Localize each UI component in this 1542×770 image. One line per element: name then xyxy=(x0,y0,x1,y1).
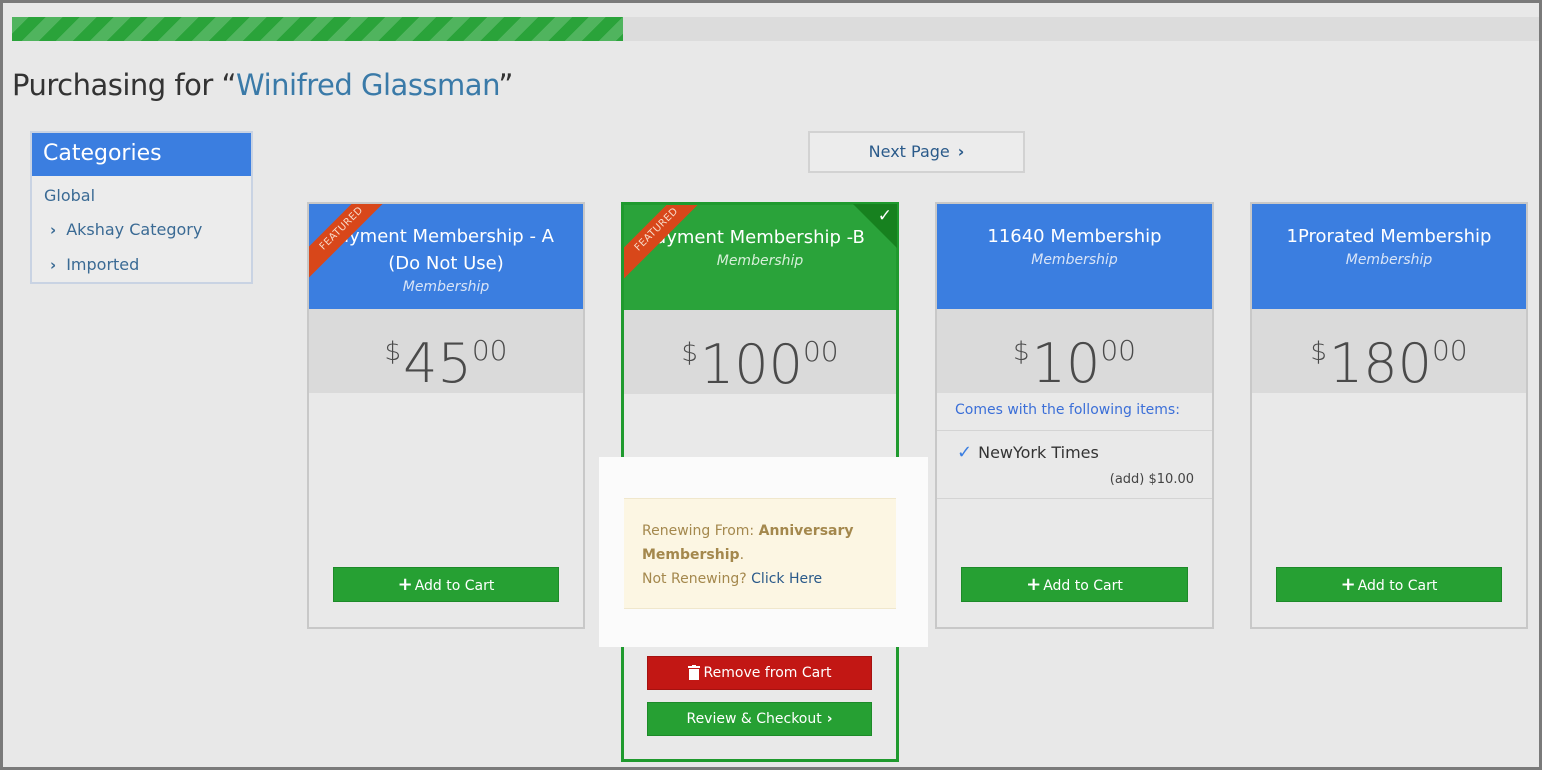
included-item-price: (add) $10.00 xyxy=(1109,472,1194,487)
category-imported[interactable]: › Imported xyxy=(50,255,139,274)
click-here-link[interactable]: Click Here xyxy=(751,571,822,587)
price-band: $4500 xyxy=(309,309,583,393)
category-label: Akshay Category xyxy=(66,220,203,239)
renew-suffix: . xyxy=(739,547,745,563)
included-items-caption: Comes with the following items: xyxy=(955,402,1180,418)
featured-label: FEATURED xyxy=(309,204,389,283)
button-label: Review & Checkout xyxy=(686,711,822,727)
divider xyxy=(937,498,1212,499)
customer-name[interactable]: Winifred Glassman xyxy=(236,68,499,102)
card-title: 1Prorated Membership xyxy=(1252,204,1526,250)
button-label: Add to Cart xyxy=(414,578,495,594)
price-cents: 00 xyxy=(1100,334,1136,367)
card-price: $4500 xyxy=(385,323,508,392)
featured-ribbon: FEATURED xyxy=(309,204,389,284)
product-card: 11640 Membership Membership $1000 Comes … xyxy=(935,202,1214,629)
price-band: $10000 xyxy=(624,310,896,394)
chevron-right-icon: › xyxy=(826,711,833,727)
card-title-line: 11640 Membership xyxy=(987,226,1162,247)
featured-label: FEATURED xyxy=(624,205,704,284)
price-currency: $ xyxy=(1013,337,1030,367)
price-currency: $ xyxy=(384,337,402,367)
checkmark-icon: ✓ xyxy=(957,442,973,463)
card-price: $10000 xyxy=(681,324,838,393)
price-cents: 00 xyxy=(471,334,508,367)
button-label: Add to Cart xyxy=(1357,578,1438,594)
price-band: $18000 xyxy=(1252,309,1526,393)
plus-icon: + xyxy=(397,574,413,595)
category-global[interactable]: Global xyxy=(44,186,95,205)
next-page-label: Next Page xyxy=(868,142,950,161)
price-cents: 00 xyxy=(802,335,839,368)
progress-bar xyxy=(12,17,1539,41)
title-prefix: Purchasing for “ xyxy=(12,68,237,102)
price-dollars: 180 xyxy=(1328,332,1432,395)
price-dollars: 45 xyxy=(403,332,472,395)
card-title: 11640 Membership xyxy=(937,204,1212,250)
price-band: $1000 xyxy=(937,309,1212,393)
title-suffix: ” xyxy=(498,68,513,102)
trash-icon xyxy=(687,665,700,680)
button-label: Remove from Cart xyxy=(703,665,832,681)
price-currency: $ xyxy=(681,338,698,368)
card-subtitle: Membership xyxy=(1031,252,1118,268)
chevron-right-icon: › xyxy=(50,221,57,239)
add-to-cart-button[interactable]: + Add to Cart xyxy=(961,567,1188,602)
price-dollars: 100 xyxy=(699,333,803,396)
included-item: ✓ NewYork Times xyxy=(957,442,1099,463)
divider xyxy=(937,430,1212,431)
review-checkout-button[interactable]: Review & Checkout › xyxy=(647,702,872,736)
add-to-cart-button[interactable]: + Add to Cart xyxy=(333,567,559,602)
not-renewing-text: Not Renewing? xyxy=(642,571,752,587)
price-dollars: 10 xyxy=(1031,332,1101,395)
remove-from-cart-button[interactable]: Remove from Cart xyxy=(647,656,872,690)
price-cents: 00 xyxy=(1431,334,1468,367)
plus-icon: + xyxy=(1340,574,1356,595)
card-subtitle: Membership xyxy=(1345,252,1433,268)
card-header: 1Prorated Membership Membership xyxy=(1252,204,1526,309)
category-label: Imported xyxy=(66,255,140,274)
chevron-right-icon: › xyxy=(957,142,965,161)
renewal-notice: Renewing From: Anniversary Membership. N… xyxy=(624,498,896,609)
card-title-line: 1Prorated Membership xyxy=(1286,226,1492,247)
checkmark-icon: ✓ xyxy=(877,206,892,226)
price-currency: $ xyxy=(1310,337,1327,367)
card-price: $18000 xyxy=(1310,323,1467,392)
product-card: ayment Membership - A (Do Not Use) Membe… xyxy=(307,202,585,629)
page-title: Purchasing for “Winifred Glassman” xyxy=(12,68,513,102)
next-page-button[interactable]: Next Page › xyxy=(808,131,1025,173)
product-card: 1Prorated Membership Membership $18000 +… xyxy=(1250,202,1528,629)
category-akshay[interactable]: › Akshay Category xyxy=(50,220,202,239)
renew-prefix: Renewing From: xyxy=(642,523,759,539)
featured-ribbon: FEATURED xyxy=(624,205,704,285)
category-label: Global xyxy=(44,186,96,205)
add-to-cart-button[interactable]: + Add to Cart xyxy=(1276,567,1502,602)
chevron-right-icon: › xyxy=(50,256,57,274)
card-price: $1000 xyxy=(1013,323,1136,392)
progress-fill xyxy=(12,17,623,41)
categories-title: Categories xyxy=(32,133,251,176)
card-header: 11640 Membership Membership xyxy=(937,204,1212,309)
included-item-name: NewYork Times xyxy=(978,443,1099,462)
button-label: Add to Cart xyxy=(1043,578,1123,594)
plus-icon: + xyxy=(1026,574,1042,595)
